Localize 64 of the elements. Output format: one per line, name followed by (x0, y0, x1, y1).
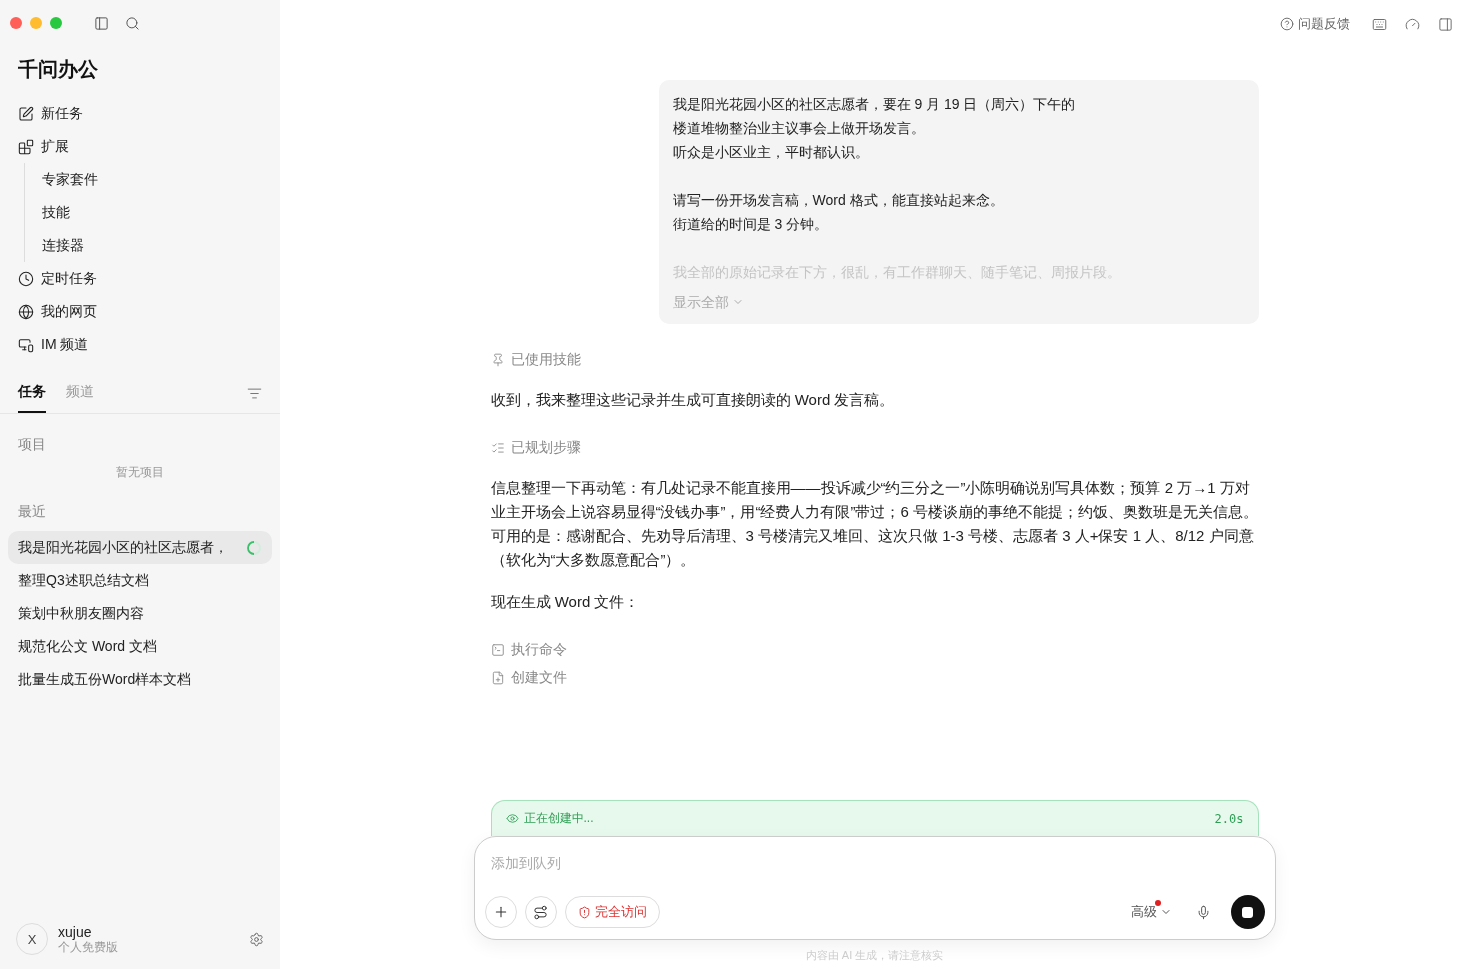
task-item[interactable]: 策划中秋朋友圈内容 (8, 597, 272, 630)
user-plan: 个人免费版 (58, 939, 118, 954)
add-button[interactable] (484, 896, 517, 928)
close-window-button[interactable] (10, 17, 22, 29)
section-heading: 最近 (18, 503, 47, 521)
sidebar-toggle-icon[interactable] (94, 15, 109, 31)
list-icon (490, 441, 505, 455)
gauge-icon[interactable] (1405, 16, 1420, 32)
globe-icon (18, 303, 34, 320)
task-item[interactable]: 整理Q3述职总结文档 (8, 564, 272, 597)
message-line: 请写一份开场发言稿，Word 格式，能直接站起来念。 (672, 191, 1005, 210)
mode-dropdown[interactable]: 高级 (1126, 903, 1176, 921)
stop-icon (1242, 906, 1253, 918)
route-icon (533, 904, 548, 920)
nav-item[interactable]: 我的网页 (41, 302, 97, 321)
nav-subitem[interactable]: 技能 (25, 196, 272, 229)
settings-icon[interactable] (249, 931, 264, 947)
assistant-text: 信息整理一下再动笔：有几处记录不能直接用——投诉减少“约三分之一”小陈明确说别写具体数；预算 2 万→1 万对业主开场会上说容易显得“没钱办事”，用“经费人力有限”带过；6 号楼谈崩的事绝不能提；约饭、奥数班是无关信息。可用的是：感谢配合、先劝导后清理、3 号楼清完又堆回、这次只做 1-3 号楼、志愿者 3 人+保安 1 人、8/12 户同意（软化为“大多数愿意配合”）。 (490, 478, 1259, 570)
pen-square-icon (18, 105, 34, 122)
user-name: xujue (58, 924, 93, 940)
access-button[interactable]: 完全访问 (564, 896, 660, 928)
pin-icon (490, 353, 505, 367)
message-line: 听众是小区业主，平时都认识。 (672, 143, 870, 162)
status-text: 正在创建中... (523, 810, 594, 827)
nav-subitem[interactable]: 专家套件 (25, 163, 272, 196)
step-label[interactable]: 创建文件 (510, 669, 567, 687)
step-label[interactable]: 执行命令 (510, 641, 567, 659)
filter-icon[interactable] (247, 385, 262, 401)
nav-subitem[interactable]: 连接器 (25, 229, 272, 262)
eye-icon (505, 812, 519, 825)
help-icon (1280, 17, 1294, 31)
task-item[interactable]: 我是阳光花园小区的社区志愿者， (8, 531, 272, 564)
elapsed-time: 2.0s (1214, 811, 1244, 826)
empty-message: 暂无项目 (115, 464, 165, 481)
step-label[interactable]: 已规划步骤 (510, 439, 581, 457)
task-item[interactable]: 批量生成五份Word样本文档 (8, 663, 272, 696)
blocks-icon (18, 138, 34, 155)
route-button[interactable] (524, 896, 557, 928)
feedback-link[interactable]: 问题反馈 (1280, 15, 1350, 33)
clock-icon (18, 270, 34, 287)
microphone-icon (1195, 904, 1211, 920)
file-plus-icon (490, 671, 505, 685)
section-heading: 项目 (18, 436, 47, 454)
stop-button[interactable] (1230, 895, 1265, 929)
step-label[interactable]: 已使用技能 (510, 351, 581, 369)
app-title: 千问办公 (18, 57, 99, 82)
message-line: 我是阳光花园小区的社区志愿者，要在 9 月 19 日（周六）下午的 (672, 95, 1077, 114)
terminal-icon (490, 643, 505, 657)
monitor-phone-icon (18, 336, 34, 353)
nav-item[interactable]: 新任务 (41, 104, 83, 123)
nav-item[interactable]: 定时任务 (41, 269, 97, 288)
search-icon[interactable] (125, 15, 140, 31)
assistant-text: 现在生成 Word 文件： (490, 592, 641, 612)
keyboard-icon[interactable] (1372, 16, 1387, 32)
task-item[interactable]: 规范化公文 Word 文档 (8, 630, 272, 663)
nav-item[interactable]: IM 频道 (41, 335, 89, 354)
nav-item[interactable]: 扩展 (41, 137, 69, 156)
message-line: 街道给的时间是 3 分钟。 (672, 215, 830, 234)
input-field[interactable]: 添加到队列 (484, 851, 1265, 875)
assistant-text: 收到，我来整理这些记录并生成可直接朗读的 Word 发言稿。 (490, 390, 896, 410)
panel-toggle-icon[interactable] (1438, 16, 1453, 32)
message-line: 楼道堆物整治业主议事会上做开场发言。 (672, 119, 926, 138)
shield-icon (577, 905, 591, 919)
sidebar-tab[interactable]: 任务 (18, 373, 46, 413)
